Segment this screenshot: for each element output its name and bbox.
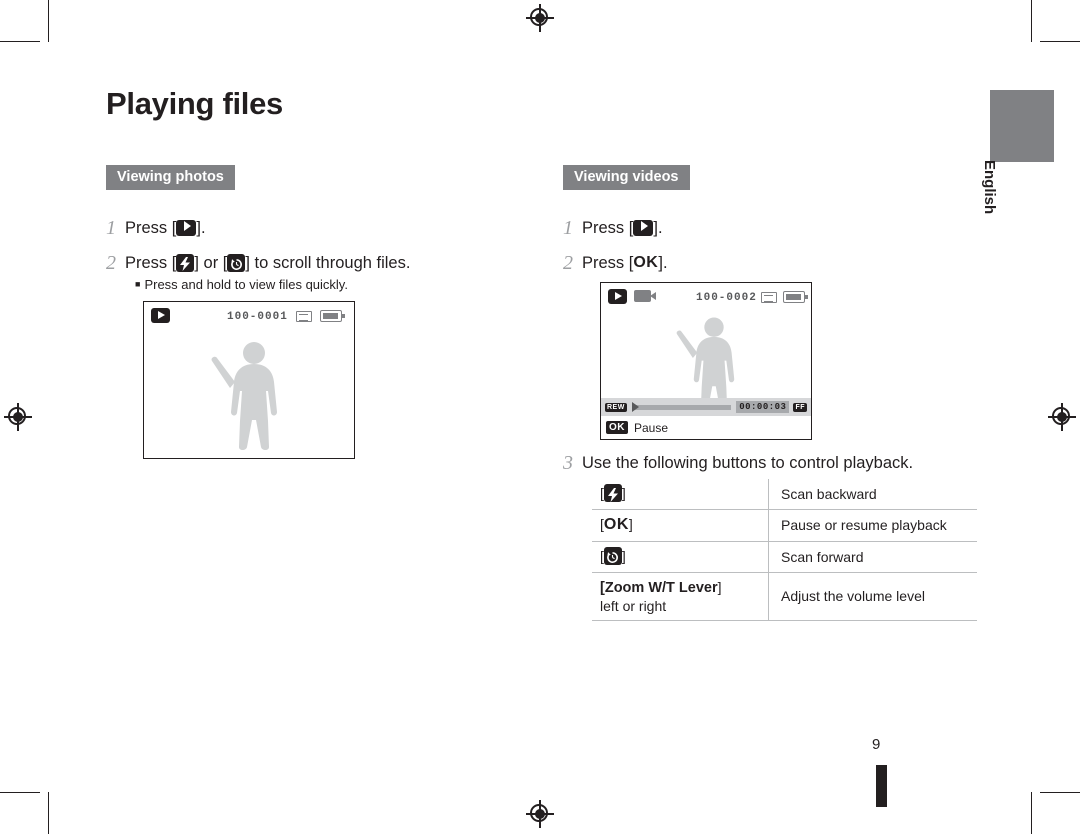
table-cell-key: [ ] — [592, 479, 769, 511]
right-step-2-text-after: ]. — [658, 254, 668, 272]
table-row: [ ] Scan forward — [592, 541, 977, 573]
playback-buttons-table: [ ] Scan backward [OK] Pause or resume p… — [592, 479, 977, 621]
rewind-label[interactable]: REW — [605, 402, 627, 412]
table-cell-key: [Zoom W/T Lever] left or right — [592, 572, 769, 621]
page-title: Playing files — [106, 86, 283, 121]
table-cell-description: Scan backward — [768, 479, 977, 511]
bracket-close: ] — [628, 516, 633, 533]
ok-key-label: OK — [633, 253, 659, 271]
fast-forward-label[interactable]: FF — [793, 402, 807, 412]
left-step-2-text-before: Press [ — [125, 254, 177, 272]
section-heading-viewing-videos: Viewing videos — [563, 165, 690, 190]
bracket-close: ] — [621, 485, 626, 501]
crop-mark-bottom-right-vertical — [1031, 792, 1032, 834]
left-note: ■ Press and hold to view files quickly. — [135, 277, 348, 292]
zoom-lever-label: Zoom W/T Lever — [604, 579, 718, 596]
play-icon — [176, 219, 197, 236]
right-step-2: 2 Press [OK]. — [563, 251, 668, 274]
bullet-dot-icon: ■ — [135, 279, 141, 289]
table-row: [OK] Pause or resume playback — [592, 509, 977, 542]
flash-icon — [603, 484, 622, 503]
crop-mark-top-left-vertical — [48, 0, 49, 42]
registration-mark-top — [526, 4, 554, 32]
crop-mark-right-top-horizontal — [1040, 41, 1080, 42]
crop-mark-left-top-horizontal — [0, 41, 40, 42]
ok-key-label: OK — [603, 515, 629, 533]
table-cell-description: Pause or resume playback — [768, 509, 977, 542]
table-cell-description: Scan forward — [768, 541, 977, 573]
table-cell-key: [ ] — [592, 541, 769, 573]
lcd-filename-video: 100-0002 — [696, 292, 757, 304]
video-playback-bar[interactable]: REW 00:00:03 FF — [601, 398, 811, 416]
person-silhouette — [211, 342, 277, 450]
right-step-2-number: 2 — [563, 252, 573, 274]
right-step-2-text-before: Press [ — [582, 254, 634, 272]
playback-time: 00:00:03 — [736, 401, 790, 413]
left-step-2-mid: ] or [ — [194, 254, 228, 272]
language-tab-label: English — [968, 160, 1040, 214]
ok-button-icon[interactable]: OK — [606, 421, 628, 434]
crop-mark-bottom-left-vertical — [48, 792, 49, 834]
left-step-1-number: 1 — [106, 217, 116, 239]
registration-mark-left — [4, 403, 32, 431]
playback-status-label: Pause — [634, 420, 669, 435]
left-note-text: Press and hold to view files quickly. — [144, 277, 348, 292]
registration-mark-bottom — [526, 800, 554, 828]
photo-screen-mockup: 100-0001 — [143, 301, 355, 459]
section-heading-viewing-photos: Viewing photos — [106, 165, 235, 190]
table-cell-key: [OK] — [592, 509, 769, 542]
battery-full-icon — [320, 310, 345, 322]
lcd-play-icon — [151, 308, 170, 323]
lcd-play-icon — [608, 289, 627, 304]
playback-progress-track[interactable] — [631, 401, 732, 412]
language-tab-text: English — [981, 160, 998, 215]
left-step-1: 1 Press []. — [106, 216, 206, 239]
left-step-2-number: 2 — [106, 252, 116, 274]
right-step-3: 3 Use the following buttons to control pl… — [563, 451, 913, 474]
flash-icon — [176, 253, 195, 272]
timer-icon — [227, 253, 246, 272]
crop-mark-top-right-vertical — [1031, 0, 1032, 42]
page-number: 9 — [872, 736, 881, 753]
right-step-1-number: 1 — [563, 217, 573, 239]
play-icon — [633, 219, 654, 236]
table-cell-description: Adjust the volume level — [768, 572, 977, 621]
bracket-close: ] — [717, 578, 722, 595]
zoom-lever-sublabel: left or right — [600, 597, 667, 614]
left-step-2: 2 Press [ ] or [ ] to scroll through file… — [106, 251, 410, 274]
registration-mark-right — [1048, 403, 1076, 431]
right-step-1: 1 Press []. — [563, 216, 663, 239]
side-tab-block — [990, 90, 1054, 162]
left-step-2-text-after: ] to scroll through files. — [245, 254, 411, 272]
timer-icon — [603, 546, 622, 565]
memory-card-icon — [761, 292, 777, 303]
crop-mark-right-bottom-horizontal — [1040, 792, 1080, 793]
left-step-1-text-before: Press [ — [125, 219, 177, 237]
right-step-3-text: Use the following buttons to control pla… — [582, 454, 914, 472]
video-screen-mockup: 100-0002 REW 00:00:03 FF OK Pause — [600, 282, 812, 440]
table-row: [ ] Scan backward — [592, 479, 977, 511]
memory-card-icon — [296, 311, 312, 322]
right-step-1-text-before: Press [ — [582, 219, 634, 237]
movie-mode-icon — [634, 290, 656, 302]
table-row: [Zoom W/T Lever] left or right Adjust th… — [592, 572, 977, 621]
lcd-filename-photo: 100-0001 — [227, 311, 288, 323]
battery-full-icon — [783, 291, 808, 303]
left-step-1-text-after: ]. — [196, 219, 206, 237]
page-marker-bar — [876, 765, 887, 807]
right-step-3-number: 3 — [563, 452, 573, 474]
video-status-bar: OK Pause — [601, 416, 811, 439]
right-step-1-text-after: ]. — [653, 219, 663, 237]
bracket-close: ] — [621, 547, 626, 564]
crop-mark-left-bottom-horizontal — [0, 792, 40, 793]
